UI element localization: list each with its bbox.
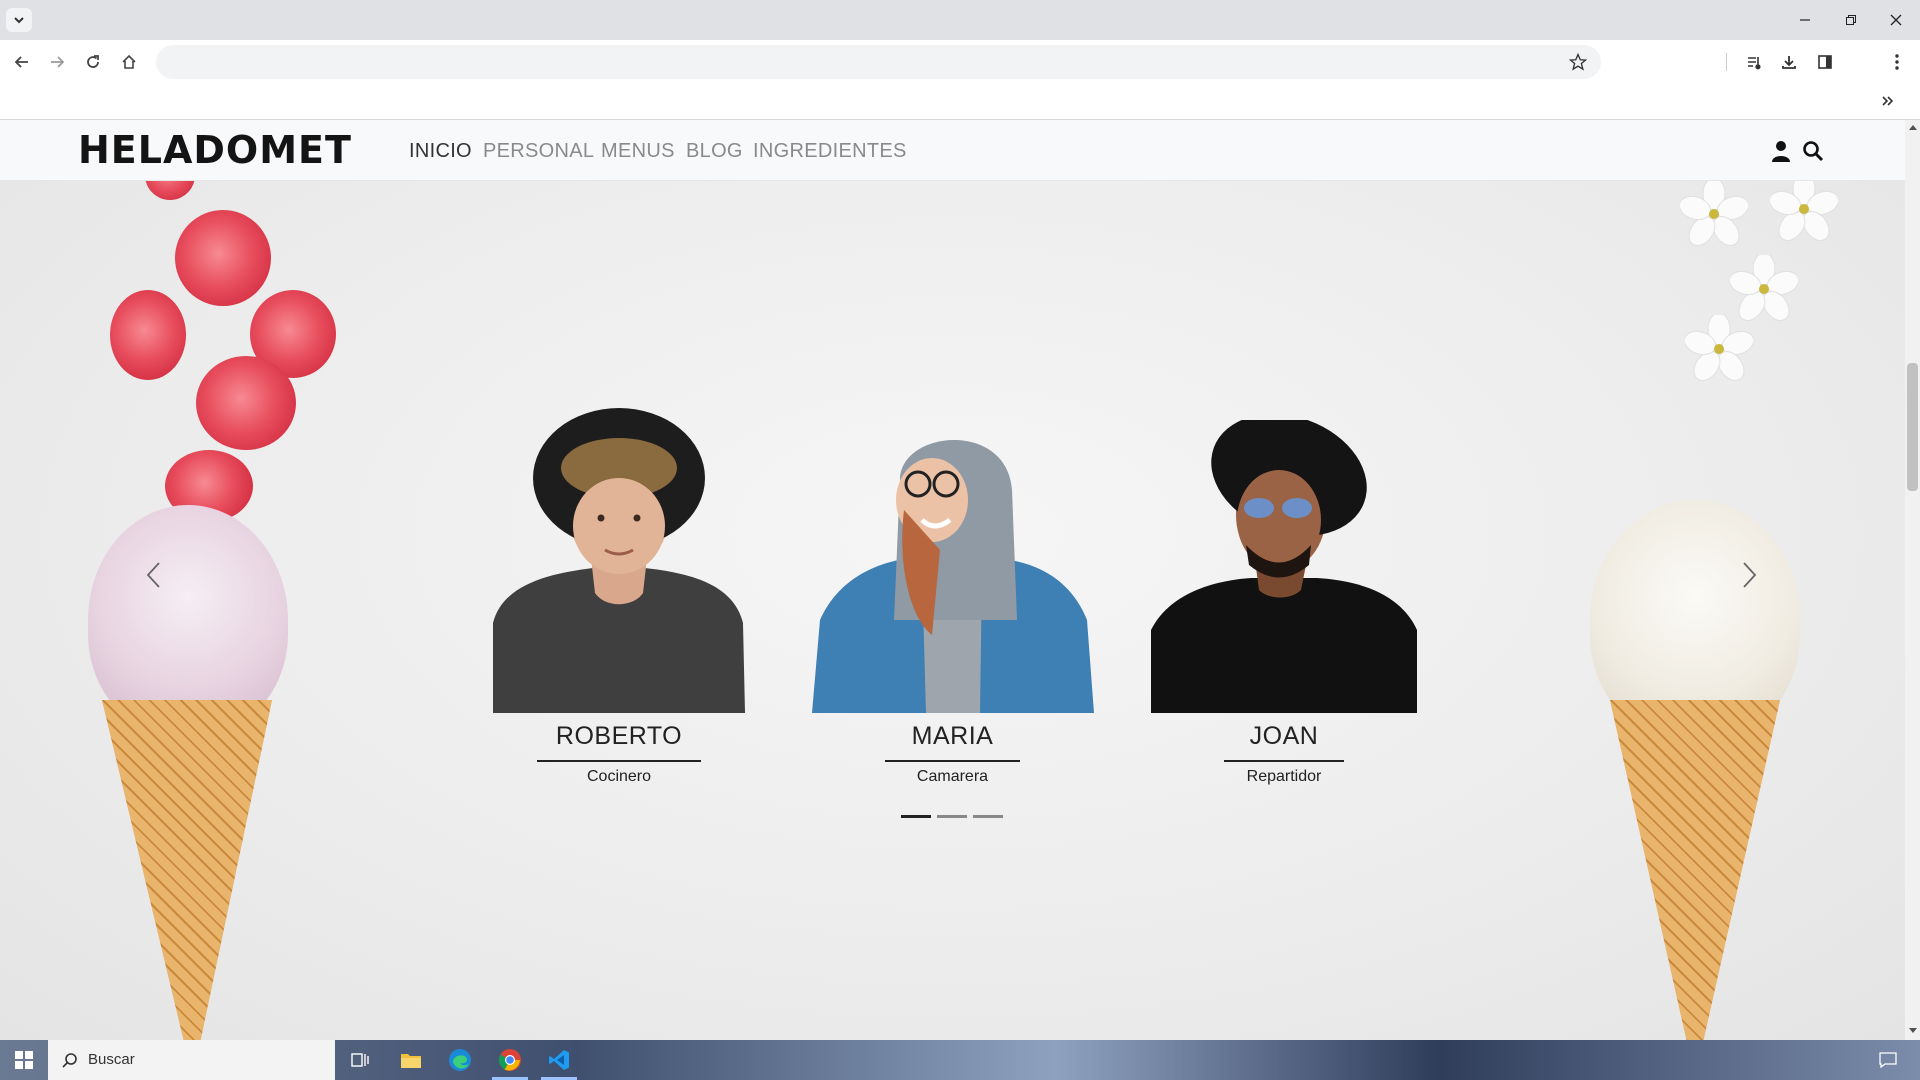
bookmark-star-icon (1569, 53, 1587, 71)
scroll-up-icon (1908, 125, 1917, 130)
notification-icon (1879, 1052, 1897, 1068)
notification-center-button[interactable] (1866, 1042, 1910, 1078)
download-icon (1782, 56, 1796, 69)
name-underline (537, 760, 701, 762)
right-decoration (1560, 120, 1905, 1040)
left-decoration (0, 120, 360, 1040)
white-flower-image (1678, 177, 1750, 248)
side-panel-icon (1818, 55, 1832, 69)
white-flower-image (1768, 172, 1840, 243)
chevron-left-icon (146, 562, 160, 588)
nav-link-inicio[interactable]: INICIO (409, 138, 472, 164)
site-logo[interactable]: HELADOMET (78, 128, 352, 172)
minimize-icon (1800, 19, 1810, 21)
ice-cream-cone-image (1610, 700, 1780, 1040)
team-member-role: Repartidor (1246, 768, 1322, 785)
name-underline (1224, 760, 1344, 762)
bookmarks-bar (0, 82, 1920, 120)
carousel-indicator[interactable] (973, 815, 1003, 818)
close-window-button[interactable] (1874, 6, 1918, 34)
more-menu-icon (1895, 54, 1899, 70)
home-button[interactable] (114, 47, 144, 77)
page-scrollbar[interactable] (1905, 120, 1920, 1040)
carousel-indicator[interactable] (901, 815, 931, 818)
forward-arrow-icon (51, 56, 65, 68)
white-flower-image (1728, 252, 1800, 323)
browser-title-bar (0, 0, 1920, 40)
chevron-right-icon (1743, 562, 1757, 588)
taskbar-search-placeholder: Buscar (88, 1051, 135, 1068)
back-arrow-icon (14, 56, 28, 68)
address-bar-input[interactable] (156, 45, 1601, 79)
team-member-role: Camarera (916, 768, 989, 785)
task-view-icon (351, 1053, 369, 1067)
tab-search-button[interactable] (6, 8, 32, 32)
vscode-button[interactable] (537, 1042, 581, 1078)
bookmarks-overflow-button[interactable] (1876, 90, 1900, 112)
team-photo-maria (812, 420, 1094, 713)
nav-link-menus[interactable]: MENUS (601, 138, 675, 164)
nav-link-blog[interactable]: BLOG (686, 138, 743, 164)
forward-button[interactable] (42, 47, 72, 77)
more-menu-button[interactable] (1882, 47, 1912, 77)
file-explorer-icon (401, 1054, 421, 1068)
user-account-button[interactable] (1769, 139, 1793, 163)
edge-browser-button[interactable] (438, 1042, 482, 1078)
double-chevron-icon (1882, 96, 1894, 106)
start-button[interactable] (0, 1040, 48, 1080)
bookmark-star-button[interactable] (1563, 47, 1593, 77)
team-member-name: MARIA (911, 722, 994, 750)
media-queue-button[interactable] (1739, 47, 1769, 77)
team-member-name: ROBERTO (555, 722, 683, 750)
windows-logo-icon (15, 1051, 33, 1069)
restore-icon (1846, 15, 1856, 25)
chrome-icon (499, 1049, 521, 1071)
edge-icon (449, 1049, 471, 1071)
chevron-down-icon (14, 17, 24, 24)
name-underline (885, 760, 1020, 762)
side-panel-button[interactable] (1810, 47, 1840, 77)
strawberry-slice-image (110, 290, 186, 380)
carousel-next-button[interactable] (1735, 550, 1765, 600)
reload-button[interactable] (78, 47, 108, 77)
scroll-down-arrow[interactable] (1908, 1028, 1917, 1036)
media-queue-icon (1748, 57, 1761, 70)
user-icon (1772, 141, 1790, 162)
team-member-name: JOAN (1249, 722, 1319, 750)
search-icon (62, 1053, 77, 1068)
scroll-down-icon (1908, 1028, 1917, 1033)
white-flower-image (1683, 312, 1755, 383)
search-icon (1803, 141, 1824, 162)
team-photo-joan (1151, 414, 1417, 713)
site-search-button[interactable] (1800, 139, 1826, 163)
team-member-role: Cocinero (586, 768, 652, 785)
reload-icon (87, 55, 99, 68)
toolbar-divider (1726, 53, 1727, 71)
close-icon (1890, 14, 1902, 26)
strawberry-slice-image (175, 210, 271, 306)
restore-button[interactable] (1829, 6, 1873, 34)
team-photo-roberto (493, 408, 745, 713)
scroll-up-arrow[interactable] (1908, 124, 1917, 132)
chrome-browser-button[interactable] (488, 1042, 532, 1078)
home-icon (122, 54, 136, 69)
ice-cream-cone-image (102, 700, 272, 1040)
minimize-button[interactable] (1783, 6, 1827, 34)
back-button[interactable] (7, 47, 37, 77)
vscode-icon (549, 1050, 569, 1070)
nav-link-ingredientes[interactable]: INGREDIENTES (753, 138, 907, 164)
carousel-indicator[interactable] (937, 815, 967, 818)
carousel-prev-button[interactable] (138, 550, 168, 600)
download-button[interactable] (1774, 47, 1804, 77)
strawberry-slice-image (196, 356, 296, 450)
scrollbar-thumb[interactable] (1907, 363, 1918, 491)
nav-link-personal[interactable]: PERSONAL (483, 138, 594, 164)
file-explorer-button[interactable] (389, 1042, 433, 1078)
task-view-button[interactable] (338, 1042, 382, 1078)
taskbar-search-box[interactable]: Buscar (48, 1040, 335, 1080)
